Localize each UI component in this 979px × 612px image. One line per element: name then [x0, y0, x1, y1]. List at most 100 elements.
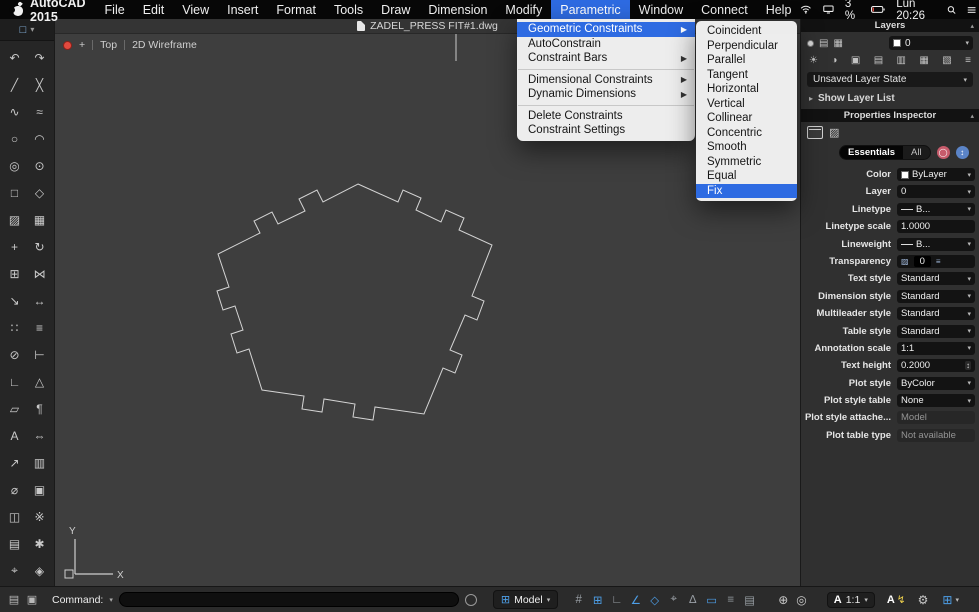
menubar-item[interactable]: Format [267, 0, 325, 19]
layer-lock-icon[interactable]: ▣ [851, 55, 860, 66]
property-control[interactable]: ▨ Standard ≡ ↕ ▾ [897, 290, 975, 303]
new-layer-icon[interactable]: ▤ [819, 38, 828, 49]
layer-settings-icon[interactable]: ▦ [833, 38, 842, 49]
property-control[interactable]: ▨ ByColor ≡ ↕ ▾ [897, 377, 975, 390]
edit-pencil-icon[interactable]: ↕ [956, 146, 969, 159]
dimension-tool-icon[interactable]: ⇔ [27, 422, 52, 449]
menubar-item[interactable]: Dimension [419, 0, 496, 19]
construction-line-tool-icon[interactable]: ╳ [27, 71, 52, 98]
menubar-item[interactable]: Help [757, 0, 801, 19]
property-control[interactable]: ▨ 0 ≡ ↕ ▾ [897, 255, 975, 268]
viewport-style-label[interactable]: 2D Wireframe [132, 39, 197, 51]
stretch-tool-icon[interactable]: ↔ [27, 287, 52, 314]
lineweight-toggle[interactable]: ≡ [722, 591, 739, 609]
layer-freeze-icon[interactable]: ◑ [831, 55, 837, 66]
command-history-arrow-icon[interactable]: ▾ [109, 596, 113, 604]
menu-item-delete-constraints[interactable]: Delete Constraints ▶ [517, 109, 695, 124]
navigate-tool-icon[interactable]: ◈ [27, 557, 52, 584]
rotate-tool-icon[interactable]: ↻ [27, 233, 52, 260]
submenu-item-vertical[interactable]: Vertical [696, 97, 797, 112]
chamfer-tool-icon[interactable]: △ [27, 368, 52, 395]
menu-item[interactable]: ▶ [518, 69, 694, 70]
menubar-item[interactable]: File [96, 0, 134, 19]
menubar-item[interactable]: Draw [372, 0, 419, 19]
property-control[interactable]: ▨ 1:1 ≡ ↕ ▾ [897, 342, 975, 355]
layer-state-dropdown[interactable]: Unsaved Layer State ▾ [807, 72, 973, 87]
app-name[interactable]: AutoCAD 2015 [24, 0, 92, 24]
property-control[interactable]: ▨ 0.2000 ≡ ↕ ▾ [897, 359, 975, 372]
match-properties-brush-icon[interactable]: ▨ [829, 126, 839, 139]
layer-delete-icon[interactable]: ▧ [942, 55, 951, 66]
tab-all[interactable]: All [903, 146, 930, 159]
leader-tool-icon[interactable]: ↗ [2, 449, 27, 476]
menu-item-dimensional-constraints[interactable]: Dimensional Constraints ▶ [517, 73, 695, 88]
point-tool-icon[interactable]: ⊙ [27, 152, 52, 179]
copy-tool-icon[interactable]: ⊞ [2, 260, 27, 287]
dyn-toggle[interactable]: ▭ [703, 591, 720, 609]
move-tool-icon[interactable]: + [2, 233, 27, 260]
submenu-item-tangent[interactable]: Tangent [696, 68, 797, 83]
group-tool-icon[interactable]: ◫ [2, 503, 27, 530]
fillet-tool-icon[interactable]: ∟ [2, 368, 27, 395]
submenu-item-concentric[interactable]: Concentric [696, 126, 797, 141]
property-control[interactable]: ▨ ByLayer ≡ ↕ ▾ [897, 168, 975, 181]
collapse-icon[interactable]: ▴ [970, 112, 974, 120]
quickprops-toggle[interactable]: ▤ [741, 591, 758, 609]
menu-item[interactable]: ▶ [518, 105, 694, 106]
offset-tool-icon[interactable]: ≡ [27, 314, 52, 341]
layer-plot-icon[interactable]: ▤ [874, 55, 883, 66]
region-tool-icon[interactable]: ▦ [27, 206, 52, 233]
trim-tool-icon[interactable]: ⊘ [2, 341, 27, 368]
property-control[interactable]: ▨ Model ≡ ↕ ▾ [897, 411, 975, 424]
osnap-toggle[interactable]: ◇ [646, 591, 663, 609]
menubar-item[interactable]: View [173, 0, 218, 19]
property-control[interactable]: ▨ 1.0000 ≡ ↕ ▾ [897, 220, 975, 233]
menu-item-constraint-bars[interactable]: Constraint Bars ▶ [517, 51, 695, 66]
tab-essentials[interactable]: Essentials [840, 146, 903, 159]
spline-tool-icon[interactable]: ≈ [27, 98, 52, 125]
table-tool-icon[interactable]: ▥ [27, 449, 52, 476]
value-stepper[interactable]: ↕ [965, 361, 971, 370]
undo-icon[interactable]: ↶ [2, 44, 27, 71]
polygon-tool-icon[interactable]: ◇ [27, 179, 52, 206]
spotlight-search-icon[interactable] [947, 4, 956, 16]
snap-toggle[interactable]: # [570, 591, 587, 609]
circle-tool-icon[interactable]: ○ [2, 125, 27, 152]
viewport-close-button[interactable] [63, 41, 72, 50]
submenu-item-fix[interactable]: Fix [696, 184, 797, 199]
wifi-icon[interactable] [800, 4, 812, 15]
property-control[interactable]: ▨ Standard ≡ ↕ ▾ [897, 325, 975, 338]
submenu-item-horizontal[interactable]: Horizontal [696, 82, 797, 97]
command-options-button[interactable] [465, 594, 477, 606]
scale-tool-icon[interactable]: ↘ [2, 287, 27, 314]
properties-tool-icon[interactable]: ✱ [27, 530, 52, 557]
mtext-tool-icon[interactable]: ¶ [27, 395, 52, 422]
ortho-toggle[interactable]: ∟ [608, 591, 625, 609]
layer-color-icon[interactable]: ▦ [919, 55, 928, 66]
menubar-clock[interactable]: Lun 20:26 [896, 0, 936, 22]
layers-tool-icon[interactable]: ▤ [2, 530, 27, 557]
menubar-item[interactable]: Insert [218, 0, 267, 19]
isolate-objects-button[interactable]: ⊞ ▾ [942, 593, 959, 607]
menubar-item[interactable]: Modify [496, 0, 551, 19]
submenu-item-coincident[interactable]: Coincident [696, 24, 797, 39]
current-layer-select[interactable]: 0 ▾ [889, 36, 973, 50]
menu-item-autoconstrain[interactable]: AutoConstrain ▶ [517, 37, 695, 52]
array-tool-icon[interactable]: ∷ [2, 314, 27, 341]
menubar-item[interactable]: Parametric [551, 0, 629, 19]
rectangle-tool-icon[interactable]: □ [2, 179, 27, 206]
property-control[interactable]: ▨ B... ≡ ↕ ▾ [897, 203, 975, 216]
submenu-item-perpendicular[interactable]: Perpendicular [696, 39, 797, 54]
erase-tool-icon[interactable]: ▱ [2, 395, 27, 422]
property-control[interactable]: ▨ Standard ≡ ↕ ▾ [897, 272, 975, 285]
osnap-tool-icon[interactable]: ⌖ [2, 557, 27, 584]
otrack-toggle[interactable]: ⌖ [665, 591, 682, 609]
ducs-toggle[interactable]: ∆ [684, 591, 701, 609]
menubar-item[interactable]: Tools [325, 0, 372, 19]
polyline-tool-icon[interactable]: ∿ [2, 98, 27, 125]
submenu-item-equal[interactable]: Equal [696, 169, 797, 184]
menubar-item[interactable]: Edit [134, 0, 174, 19]
pan-icon[interactable]: ⊕ [778, 593, 788, 607]
layout-icon[interactable]: ▤ [6, 593, 22, 606]
polar-toggle[interactable]: ∠ [627, 591, 644, 609]
